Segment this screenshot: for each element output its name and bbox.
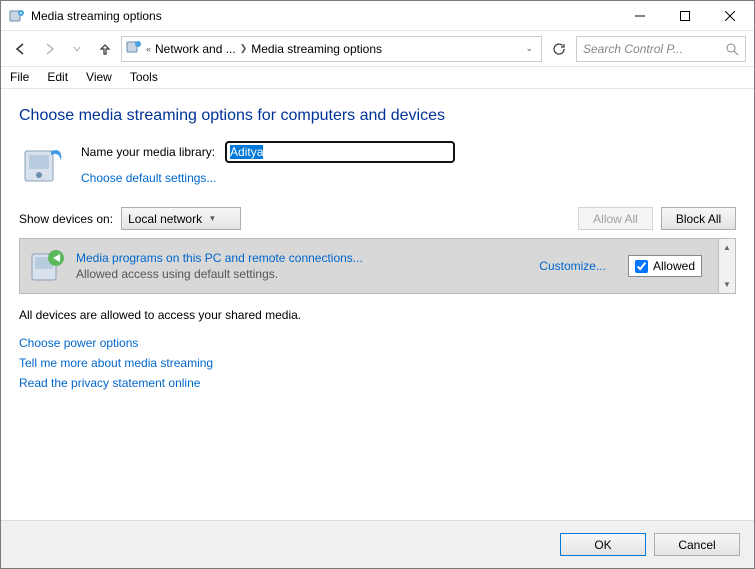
minimize-button[interactable] — [617, 1, 662, 30]
content-area: Choose media streaming options for compu… — [1, 89, 754, 520]
device-subtitle: Allowed access using default settings. — [76, 267, 529, 281]
forward-button[interactable] — [37, 37, 61, 61]
menu-file[interactable]: File — [1, 67, 38, 88]
up-button[interactable] — [93, 37, 117, 61]
chevron-right-icon: ❯ — [240, 43, 248, 54]
scroll-up-icon[interactable]: ▲ — [723, 239, 731, 256]
title-bar: Media streaming options — [1, 1, 754, 31]
device-list-scrollbar[interactable]: ▲ ▼ — [718, 239, 735, 293]
show-devices-dropdown[interactable]: Local network ▾ — [121, 207, 241, 230]
chevron-down-icon: ▾ — [210, 213, 215, 224]
close-button[interactable] — [707, 1, 752, 30]
search-input[interactable]: Search Control P... — [576, 36, 746, 62]
refresh-button[interactable] — [546, 36, 572, 62]
app-icon — [9, 8, 25, 24]
window-title: Media streaming options — [31, 9, 617, 23]
breadcrumb-item[interactable]: Media streaming options — [251, 42, 382, 56]
ok-button[interactable]: OK — [560, 533, 646, 556]
page-heading: Choose media streaming options for compu… — [19, 107, 736, 125]
dialog-footer: OK Cancel — [1, 520, 754, 568]
allowed-checkbox[interactable]: Allowed — [628, 255, 702, 277]
control-panel-icon — [126, 39, 142, 58]
allow-all-button[interactable]: Allow All — [578, 207, 653, 230]
history-dropdown-button[interactable] — [65, 37, 89, 61]
allowed-label: Allowed — [653, 259, 695, 273]
choose-default-settings-link[interactable]: Choose default settings... — [81, 171, 216, 185]
block-all-button[interactable]: Block All — [661, 207, 736, 230]
maximize-button[interactable] — [662, 1, 707, 30]
allowed-checkbox-input[interactable] — [635, 260, 648, 273]
search-placeholder: Search Control P... — [583, 42, 683, 56]
scroll-down-icon[interactable]: ▼ — [723, 276, 731, 293]
library-name-input[interactable] — [225, 141, 455, 163]
status-text: All devices are allowed to access your s… — [19, 308, 736, 322]
breadcrumb[interactable]: « Network and ... ❯ Media streaming opti… — [121, 36, 542, 62]
search-icon — [725, 42, 739, 56]
back-button[interactable] — [9, 37, 33, 61]
device-icon — [30, 248, 66, 284]
menu-bar: File Edit View Tools — [1, 67, 754, 89]
show-devices-value: Local network — [128, 212, 202, 226]
navigation-bar: « Network and ... ❯ Media streaming opti… — [1, 31, 754, 67]
menu-tools[interactable]: Tools — [121, 67, 167, 88]
breadcrumb-separator-icon: « — [146, 44, 151, 54]
library-name-section: Name your media library: Choose default … — [19, 141, 736, 189]
media-library-icon — [19, 141, 67, 189]
privacy-link[interactable]: Read the privacy statement online — [19, 376, 736, 390]
menu-edit[interactable]: Edit — [38, 67, 77, 88]
device-filter-row: Show devices on: Local network ▾ Allow A… — [19, 207, 736, 230]
device-list: Media programs on this PC and remote con… — [19, 238, 736, 294]
customize-link[interactable]: Customize... — [539, 259, 606, 273]
device-title-link[interactable]: Media programs on this PC and remote con… — [76, 251, 529, 265]
cancel-button[interactable]: Cancel — [654, 533, 740, 556]
menu-view[interactable]: View — [77, 67, 121, 88]
name-library-label: Name your media library: — [81, 145, 215, 159]
device-item[interactable]: Media programs on this PC and remote con… — [20, 239, 718, 293]
learn-more-link[interactable]: Tell me more about media streaming — [19, 356, 736, 370]
show-devices-label: Show devices on: — [19, 212, 113, 226]
breadcrumb-item[interactable]: Network and ... — [155, 42, 236, 56]
breadcrumb-dropdown-icon[interactable]: ⌄ — [521, 43, 537, 54]
related-links: Choose power options Tell me more about … — [19, 336, 736, 390]
power-options-link[interactable]: Choose power options — [19, 336, 736, 350]
